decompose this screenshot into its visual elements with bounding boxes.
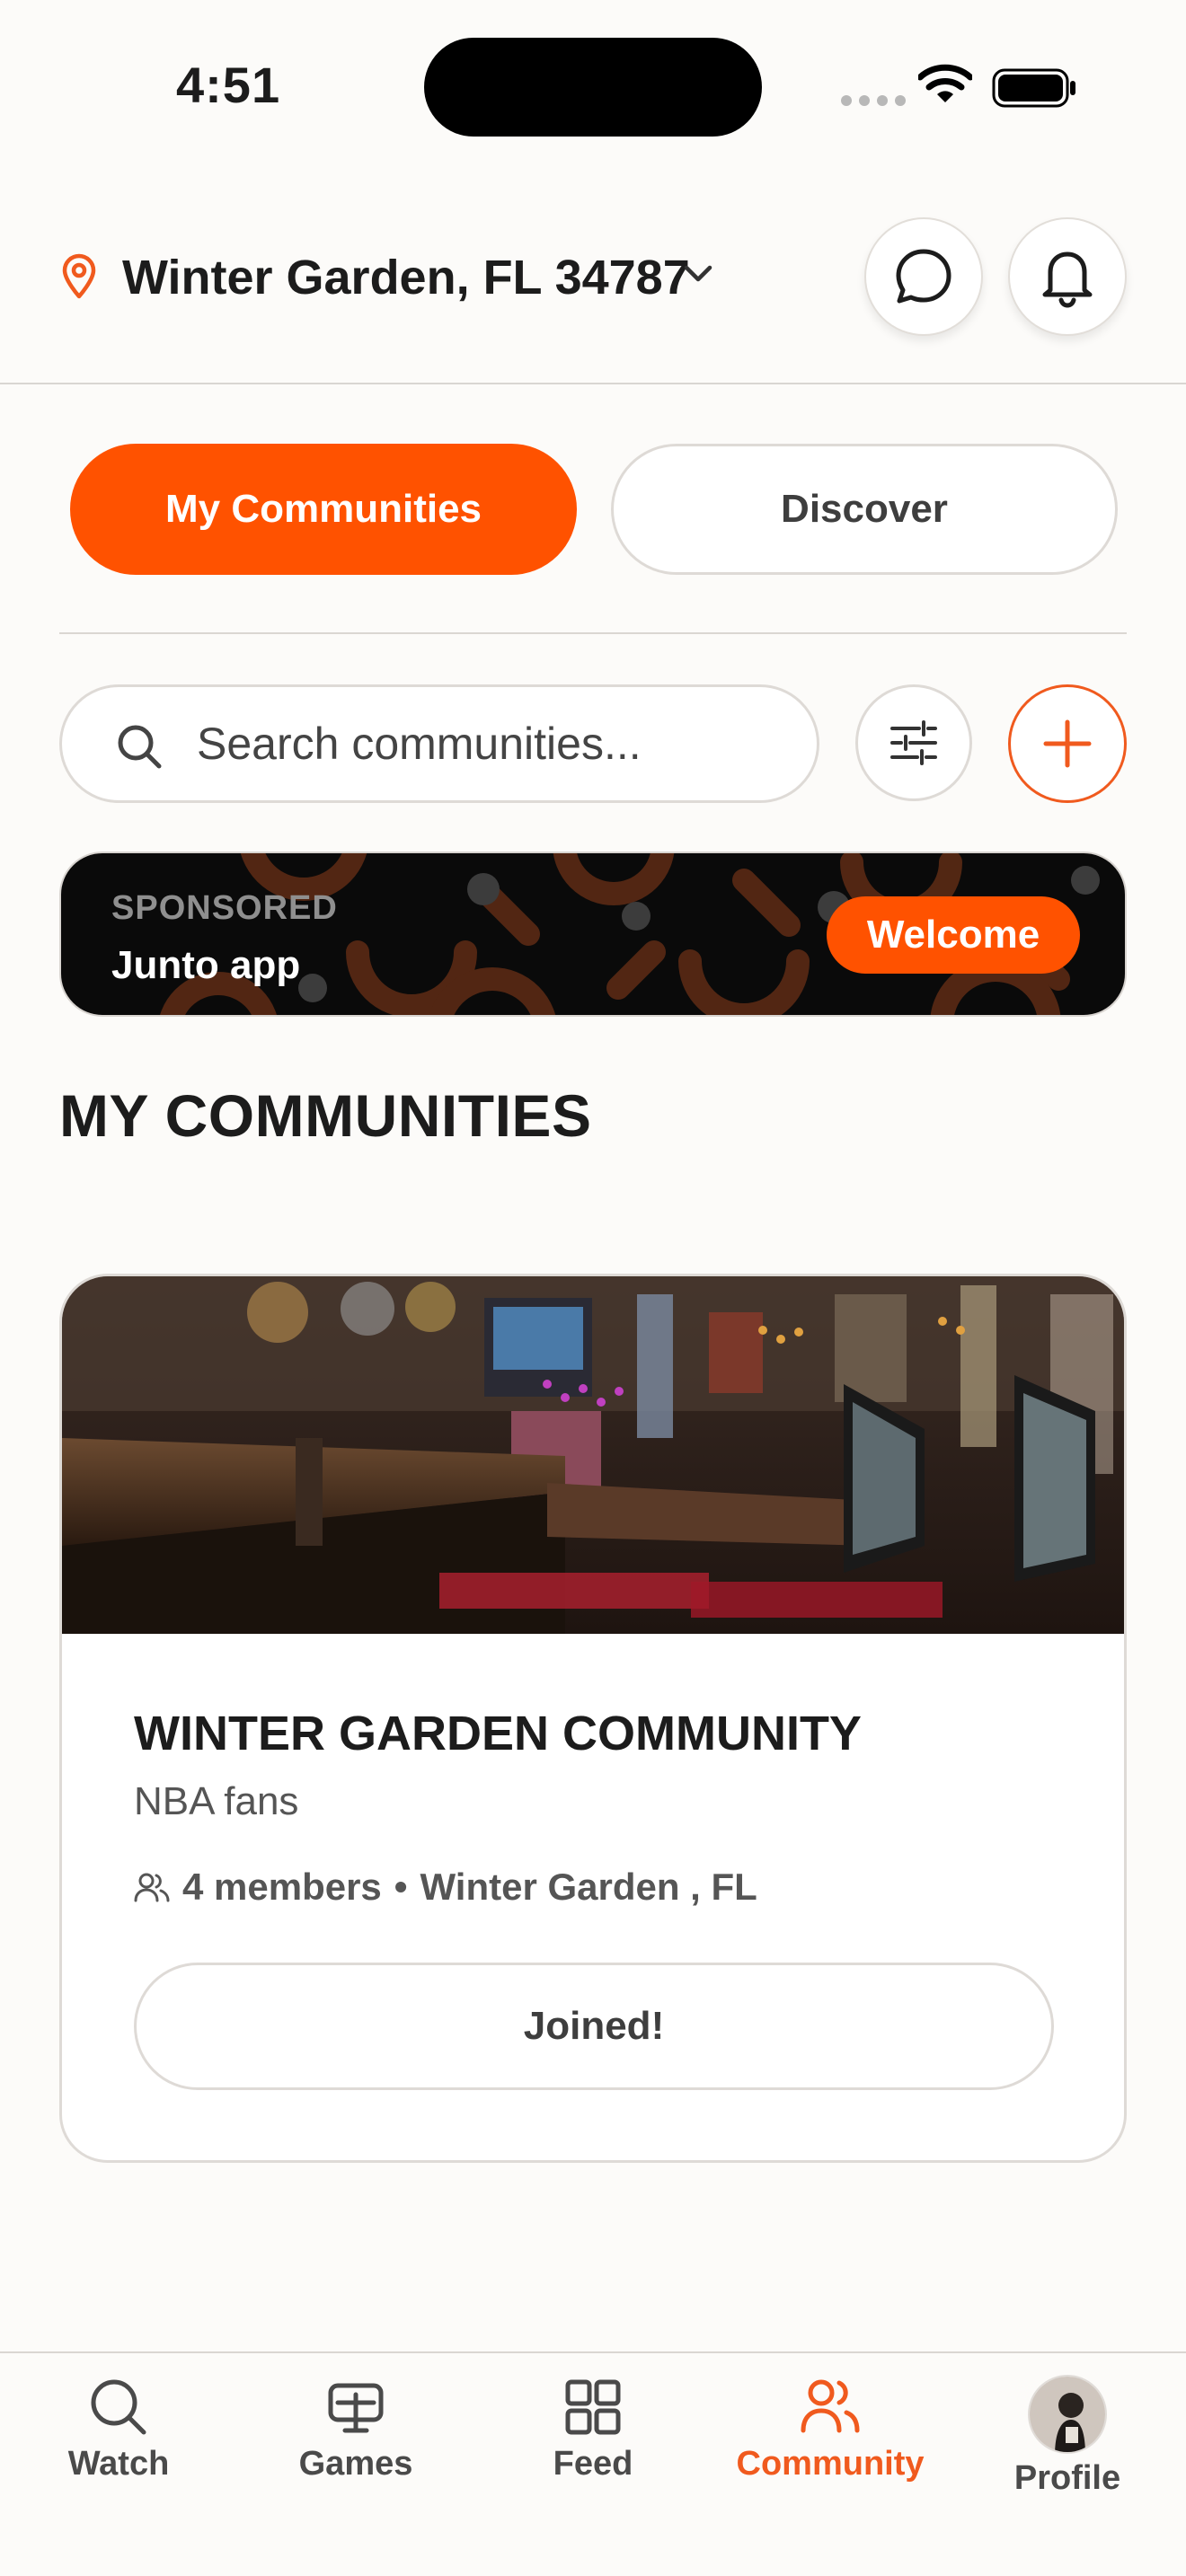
chevron-down-icon[interactable] — [681, 262, 715, 286]
grid-icon — [565, 2379, 621, 2435]
status-bar: 4:51 — [0, 0, 1186, 171]
tabbar-watch[interactable]: Watch — [11, 2375, 226, 2483]
plus-icon — [1043, 719, 1092, 768]
messages-button[interactable] — [864, 217, 983, 336]
tab-discover[interactable]: Discover — [611, 444, 1118, 575]
search-icon — [118, 725, 162, 769]
tabbar-label: Games — [298, 2445, 413, 2483]
tabbar-label: Watch — [67, 2445, 170, 2483]
tabbar-label: Community — [736, 2445, 925, 2483]
sponsored-title: Junto app — [111, 943, 301, 987]
sponsored-banner[interactable]: SPONSORED Junto app Welcome — [59, 851, 1127, 1017]
bottom-tab-bar: Watch Games Feed Community Profile — [0, 2351, 1186, 2576]
members-icon — [134, 1873, 170, 1902]
search-icon — [91, 2379, 146, 2435]
people-icon — [801, 2379, 860, 2433]
games-icon — [328, 2383, 384, 2433]
community-card[interactable]: WINTER GARDEN COMMUNITY NBA fans 4 membe… — [59, 1274, 1127, 2163]
avatar — [1028, 2375, 1107, 2454]
create-community-button[interactable] — [1008, 684, 1127, 803]
chat-bubble-icon — [896, 249, 951, 304]
welcome-button[interactable]: Welcome — [827, 896, 1080, 974]
community-meta: 4 members • Winter Garden , FL — [134, 1866, 757, 1909]
wifi-icon — [918, 64, 972, 102]
location-selector[interactable]: Winter Garden, FL 34787 — [122, 250, 690, 305]
sponsored-label: SPONSORED — [111, 889, 338, 927]
tabbar-label: Profile — [1013, 2459, 1121, 2497]
community-cover-image — [62, 1276, 1124, 1634]
community-location: Winter Garden , FL — [420, 1866, 757, 1908]
status-time: 4:51 — [176, 57, 281, 113]
joined-button[interactable]: Joined! — [134, 1963, 1054, 2090]
notifications-button[interactable] — [1008, 217, 1127, 336]
dynamic-island — [424, 38, 762, 137]
tabbar-profile[interactable]: Profile — [960, 2375, 1175, 2498]
community-title: WINTER GARDEN COMMUNITY — [134, 1707, 862, 1760]
bell-icon — [1042, 251, 1093, 308]
tabbar-feed[interactable]: Feed — [485, 2375, 701, 2483]
signal-icon — [841, 95, 906, 106]
member-count: 4 members — [182, 1866, 382, 1908]
filter-button[interactable] — [855, 684, 972, 801]
community-subtitle: NBA fans — [134, 1779, 299, 1823]
search-input[interactable] — [197, 687, 790, 800]
sliders-icon — [890, 720, 937, 765]
search-bar[interactable] — [59, 684, 819, 803]
tab-my-communities[interactable]: My Communities — [70, 444, 577, 575]
battery-icon — [992, 68, 1075, 108]
tabbar-community[interactable]: Community — [722, 2375, 938, 2483]
divider — [59, 632, 1127, 634]
location-pin-icon — [62, 253, 96, 299]
tabbar-label: Feed — [553, 2445, 633, 2483]
section-title: MY COMMUNITIES — [59, 1082, 592, 1149]
header: Winter Garden, FL 34787 — [0, 207, 1186, 383]
header-divider — [0, 383, 1186, 384]
meta-separator: • — [394, 1866, 408, 1908]
tabbar-games[interactable]: Games — [248, 2375, 464, 2483]
